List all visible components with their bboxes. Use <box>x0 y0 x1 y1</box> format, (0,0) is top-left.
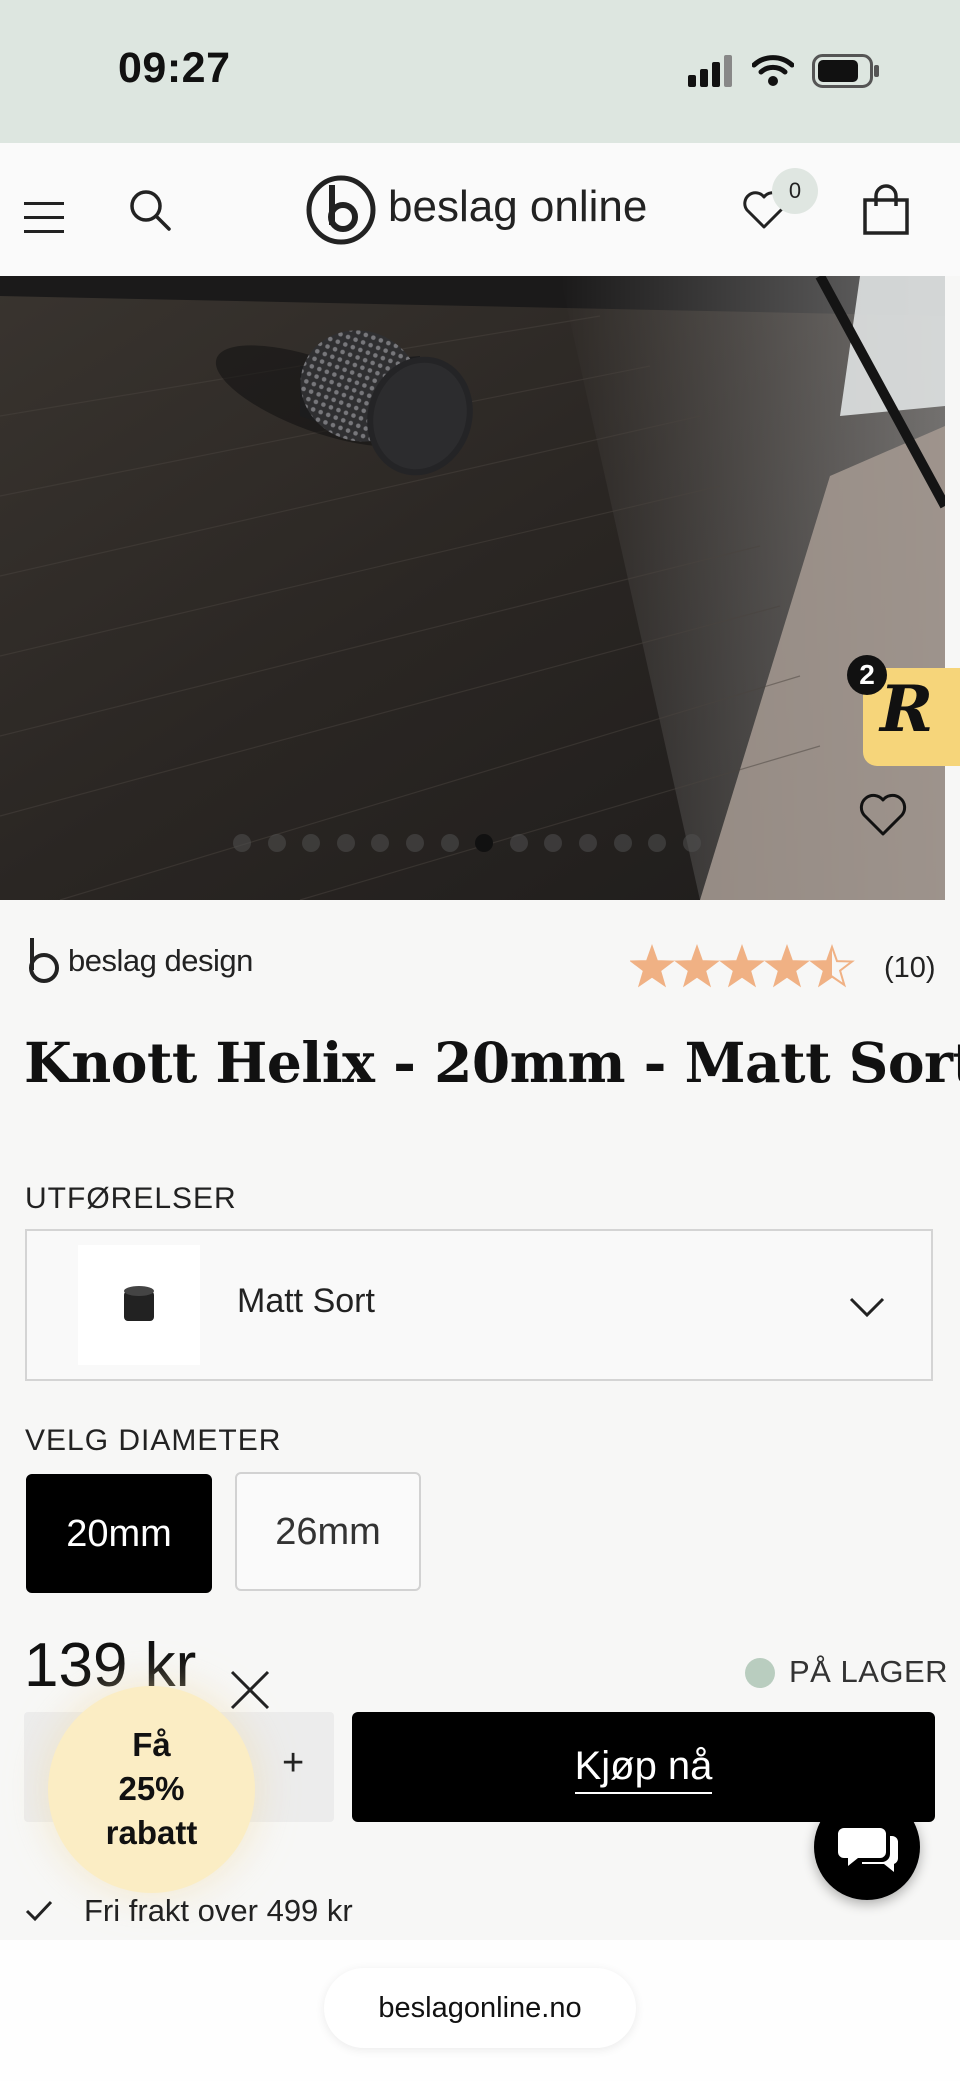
variants-label: UTFØRELSER <box>25 1182 237 1215</box>
rating-star <box>764 944 810 988</box>
gallery-dot[interactable] <box>336 834 355 852</box>
quantity-increase-button[interactable]: + <box>282 1742 304 1785</box>
diameter-option-26mm[interactable]: 26mm <box>235 1472 421 1591</box>
knob-thumbnail-icon <box>124 1286 154 1321</box>
reviews-widget-count: 2 <box>847 655 887 695</box>
shipping-note: Fri frakt over 499 kr <box>84 1893 353 1928</box>
gallery-dot[interactable] <box>682 834 701 852</box>
buy-now-label: Kjøp nå <box>574 1744 713 1794</box>
rating-count[interactable]: (10) <box>884 952 936 985</box>
stock-status: PÅ LAGER <box>789 1654 949 1689</box>
battery-icon <box>812 54 879 88</box>
selected-variant: Matt Sort <box>237 1282 375 1320</box>
product-photo <box>0 276 945 900</box>
product-title: Knott Helix - 20mm - Matt Sort <box>24 1030 960 1095</box>
product-image[interactable] <box>0 276 945 900</box>
reviews-widget-logo[interactable]: R <box>880 672 933 747</box>
menu-icon[interactable] <box>24 202 64 244</box>
brand-name[interactable]: beslag design <box>68 943 253 979</box>
wifi-icon <box>752 55 794 86</box>
image-edge <box>945 276 960 900</box>
gallery-dot[interactable] <box>406 834 424 852</box>
gallery-dot[interactable] <box>509 834 528 852</box>
chat-icon <box>838 1828 899 1872</box>
favorite-heart-icon[interactable] <box>858 792 908 838</box>
brand-logo-icon <box>29 938 59 983</box>
gallery-dot[interactable] <box>613 834 632 852</box>
promo-line-3: rabatt <box>105 1814 198 1851</box>
search-icon[interactable] <box>128 188 172 232</box>
gallery-dot[interactable] <box>267 834 286 852</box>
signal-icon <box>688 55 732 87</box>
rating-stars[interactable] <box>630 944 860 990</box>
cart-icon[interactable] <box>862 184 910 236</box>
wishlist-count-badge: 0 <box>772 168 818 214</box>
address-bar[interactable]: beslagonline.no <box>324 1968 636 2048</box>
rating-star <box>630 944 675 988</box>
discount-promo-bubble[interactable]: Få 25% rabatt <box>48 1686 255 1893</box>
rating-star <box>674 944 720 988</box>
gallery-dot[interactable] <box>440 834 459 852</box>
close-icon[interactable] <box>228 1668 272 1712</box>
logo-text[interactable]: beslag online <box>388 182 647 232</box>
gallery-dot[interactable] <box>233 834 251 852</box>
status-time: 09:27 <box>118 44 231 92</box>
check-icon <box>25 1900 53 1922</box>
gallery-dot[interactable] <box>579 834 597 852</box>
chevron-down-icon[interactable] <box>848 1295 886 1319</box>
logo-icon[interactable] <box>306 175 376 245</box>
rating-star <box>719 944 765 988</box>
promo-line-1: Få <box>132 1726 171 1763</box>
diameter-label: VELG DIAMETER <box>25 1424 282 1457</box>
variant-thumbnail <box>78 1245 200 1365</box>
diameter-option-20mm[interactable]: 20mm <box>26 1474 212 1593</box>
chat-button[interactable] <box>814 1794 920 1900</box>
promo-line-2: 25% <box>118 1770 185 1807</box>
stock-status-dot <box>745 1658 775 1688</box>
